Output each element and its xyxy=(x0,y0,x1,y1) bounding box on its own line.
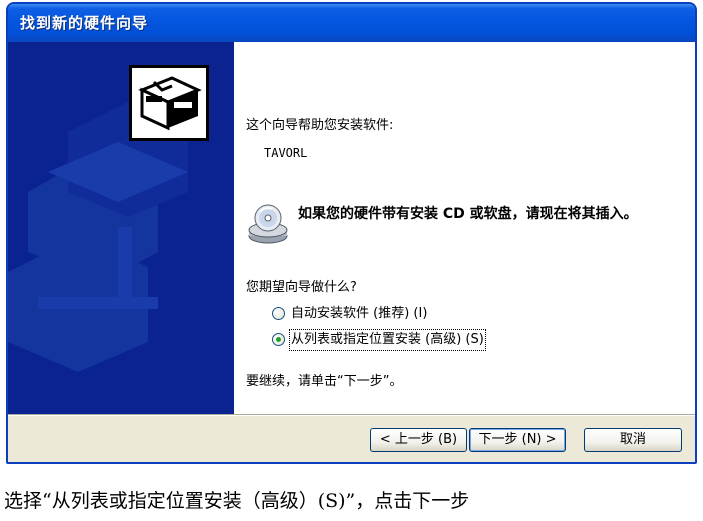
title-bar[interactable]: 找到新的硬件向导 xyxy=(8,4,695,42)
window-title: 找到新的硬件向导 xyxy=(20,14,149,32)
button-divider xyxy=(8,414,695,416)
radio-install-from-list[interactable] xyxy=(272,333,285,346)
caption-text: 选择“从列表或指定位置安装（高级）(S)”，点击下一步 xyxy=(4,490,470,512)
back-button[interactable]: < 上一步 (B) xyxy=(370,428,467,452)
radio-auto-install[interactable] xyxy=(272,307,285,320)
page: 找到新的硬件向导 这个向导帮助您安装软件: TAVORL 如果您的硬件带有安装 … xyxy=(0,0,703,521)
cd-icon xyxy=(246,202,290,246)
wizard-side-panel xyxy=(8,42,234,414)
wizard-dialog: 找到新的硬件向导 这个向导帮助您安装软件: TAVORL 如果您的硬件带有安装 … xyxy=(6,2,697,464)
option-auto-install-label: 自动安装软件 (推荐) (I) xyxy=(291,306,428,321)
cd-prompt-text: 如果您的硬件带有安装 CD 或软盘，请现在将其插入。 xyxy=(298,206,638,222)
continue-instruction: 要继续，请单击“下一步”。 xyxy=(246,374,403,389)
next-button[interactable]: 下一步 (N) > xyxy=(469,428,566,452)
option-install-from-list-label: 从列表或指定位置安装 (高级) (S) xyxy=(289,329,486,351)
question-text: 您期望向导做什么? xyxy=(246,280,357,295)
cd-prompt-row: 如果您的硬件带有安装 CD 或软盘，请现在将其插入。 xyxy=(246,202,676,252)
intro-text: 这个向导帮助您安装软件: xyxy=(246,118,394,133)
wizard-content: 这个向导帮助您安装软件: TAVORL 如果您的硬件带有安装 CD 或软盘，请现… xyxy=(246,42,686,414)
device-name: TAVORL xyxy=(264,146,308,160)
cancel-button[interactable]: 取消 xyxy=(584,428,682,452)
wizard-client-area: 这个向导帮助您安装软件: TAVORL 如果您的硬件带有安装 CD 或软盘，请现… xyxy=(8,42,695,414)
hardware-icon xyxy=(129,65,209,141)
